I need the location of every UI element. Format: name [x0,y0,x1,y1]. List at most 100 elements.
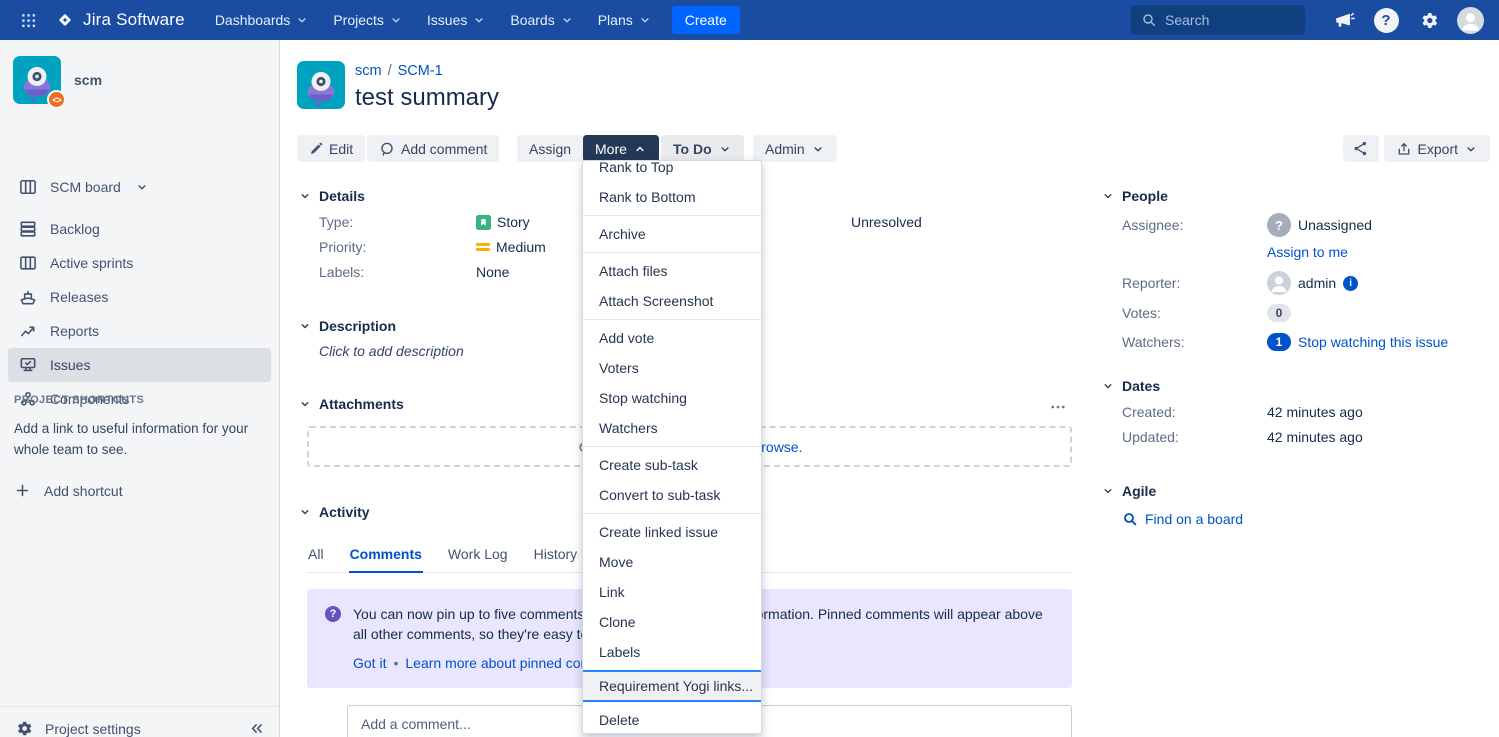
issue-view: scm/SCM-1 test summary Edit Add comment … [281,40,1499,737]
watchers-label: Watchers: [1122,334,1267,350]
jira-logo[interactable]: Jira Software [54,9,185,31]
project-sidebar: <> scm SCM board BacklogActive sprintsRe… [0,40,280,737]
shortcuts-hint: Add a link to useful information for you… [14,418,254,460]
attachments-title: Attachments [319,396,404,412]
export-button[interactable]: Export [1384,135,1490,162]
status-button[interactable]: To Do [661,135,744,162]
reporter-value[interactable]: admin i [1267,271,1358,295]
nav-item-boards[interactable]: Boards [500,6,583,34]
add-comment-button[interactable]: Add comment [367,135,499,162]
find-on-board-link[interactable]: Find on a board [1122,511,1495,527]
breadcrumb-project-link[interactable]: scm [355,63,382,79]
sidebar-item-reports[interactable]: Reports [8,314,271,348]
sidebar-item-backlog[interactable]: Backlog [8,212,271,246]
menu-item-stop-watching[interactable]: Stop watching [583,383,761,413]
issue-toolbar: Edit Add comment Assign More To Do Admin [281,135,1499,163]
user-avatar[interactable] [1453,3,1487,37]
menu-item-watchers[interactable]: Watchers [583,413,761,443]
sidebar-item-releases[interactable]: Releases [8,280,271,314]
menu-item-voters[interactable]: Voters [583,353,761,383]
menu-item-rank-to-bottom[interactable]: Rank to Bottom [583,182,761,212]
menu-item-rank-to-top[interactable]: Rank to Top [583,160,761,182]
admin-button[interactable]: Admin [753,135,837,162]
create-button[interactable]: Create [672,6,740,34]
add-shortcut-button[interactable]: Add shortcut [14,482,265,499]
stop-watching-link[interactable]: Stop watching this issue [1298,334,1448,350]
attachments-more-icon[interactable] [1049,398,1067,416]
menu-item-add-vote[interactable]: Add vote [583,323,761,353]
app-switcher-icon[interactable] [12,4,44,36]
more-button[interactable]: More [583,135,659,162]
menu-item-archive[interactable]: Archive [583,219,761,249]
collapse-description-icon[interactable] [297,318,313,334]
menu-item-convert-to-sub-task[interactable]: Convert to sub-task [583,480,761,510]
assignee-value[interactable]: ? Unassigned [1267,213,1372,237]
more-dropdown-menu: Rank to TopRank to Bottom Archive Attach f… [582,160,762,734]
collapse-people-icon[interactable] [1100,188,1116,204]
votes-badge[interactable]: 0 [1267,304,1291,322]
global-search[interactable] [1131,5,1305,35]
info-icon[interactable]: i [1343,276,1358,291]
nav-item-dashboards[interactable]: Dashboards [205,6,320,34]
project-shortcuts: PROJECT SHORTCUTS Add a link to useful i… [14,394,265,499]
project-settings-link[interactable]: Project settings [45,721,141,737]
issue-title: test summary [355,84,499,112]
labels-value[interactable]: None [476,264,509,280]
menu-item-move[interactable]: Move [583,547,761,577]
menu-group: Rank to TopRank to Bottom [583,160,761,215]
collapse-details-icon[interactable] [297,188,313,204]
created-value: 42 minutes ago [1267,404,1363,420]
chevron-up-icon [633,142,647,156]
menu-item-attach-files[interactable]: Attach files [583,256,761,286]
share-button[interactable] [1343,135,1379,162]
breadcrumb: scm/SCM-1 [355,63,443,79]
menu-item-labels[interactable]: Labels [583,637,761,667]
nav-item-issues[interactable]: Issues [417,6,496,34]
jira-app: Jira Software DashboardsProjectsIssuesBo… [0,0,1499,737]
people-title: People [1122,188,1168,204]
search-input[interactable] [1165,12,1285,28]
share-icon [1352,140,1369,157]
menu-group: Delete [583,702,761,734]
tab-work-log[interactable]: Work Log [447,543,509,572]
chevron-down-icon [718,142,732,156]
collapse-dates-icon[interactable] [1100,378,1116,394]
nav-item-projects[interactable]: Projects [323,6,413,34]
help-icon[interactable]: ? [1369,3,1403,37]
breadcrumb-issue-link[interactable]: SCM-1 [398,63,443,79]
menu-item-create-sub-task[interactable]: Create sub-task [583,450,761,480]
watchers-badge[interactable]: 1 [1267,333,1291,351]
menu-item-attach-screenshot[interactable]: Attach Screenshot [583,286,761,316]
settings-gear-icon [14,719,33,737]
menu-item-clone[interactable]: Clone [583,607,761,637]
sidebar-item-issues[interactable]: Issues [8,348,271,382]
got-it-link[interactable]: Got it [353,655,386,671]
assign-button[interactable]: Assign [517,135,583,162]
edit-button[interactable]: Edit [297,135,365,162]
menu-item-delete[interactable]: Delete [583,705,761,734]
plus-icon [14,482,31,499]
chevron-down-icon [295,13,309,27]
votes-label: Votes: [1122,305,1267,321]
assign-to-me-link[interactable]: Assign to me [1267,244,1348,260]
tab-history[interactable]: History [533,543,579,572]
collapse-attachments-icon[interactable] [297,396,313,412]
created-label: Created: [1122,404,1267,420]
collapse-agile-icon[interactable] [1100,483,1116,499]
tab-all[interactable]: All [307,543,325,572]
sidebar-item-active-sprints[interactable]: Active sprints [8,246,271,280]
people-section: People Assignee: ? Unassigned Assign to … [1100,188,1495,360]
tab-comments[interactable]: Comments [349,543,423,573]
board-switcher[interactable]: SCM board [13,171,154,203]
collapse-sidebar-icon[interactable] [248,720,265,737]
chevron-down-icon [560,13,574,27]
nav-item-plans[interactable]: Plans [588,6,662,34]
project-header: <> scm [13,56,102,104]
menu-item-link[interactable]: Link [583,577,761,607]
admin-gear-icon[interactable] [1411,3,1445,37]
collapse-activity-icon[interactable] [297,504,313,520]
feedback-megaphone-icon[interactable] [1327,3,1361,37]
menu-item-create-linked-issue[interactable]: Create linked issue [583,517,761,547]
resolution-value: Unresolved [851,214,922,230]
menu-item-requirement-yogi-links[interactable]: Requirement Yogi links... [583,670,761,702]
